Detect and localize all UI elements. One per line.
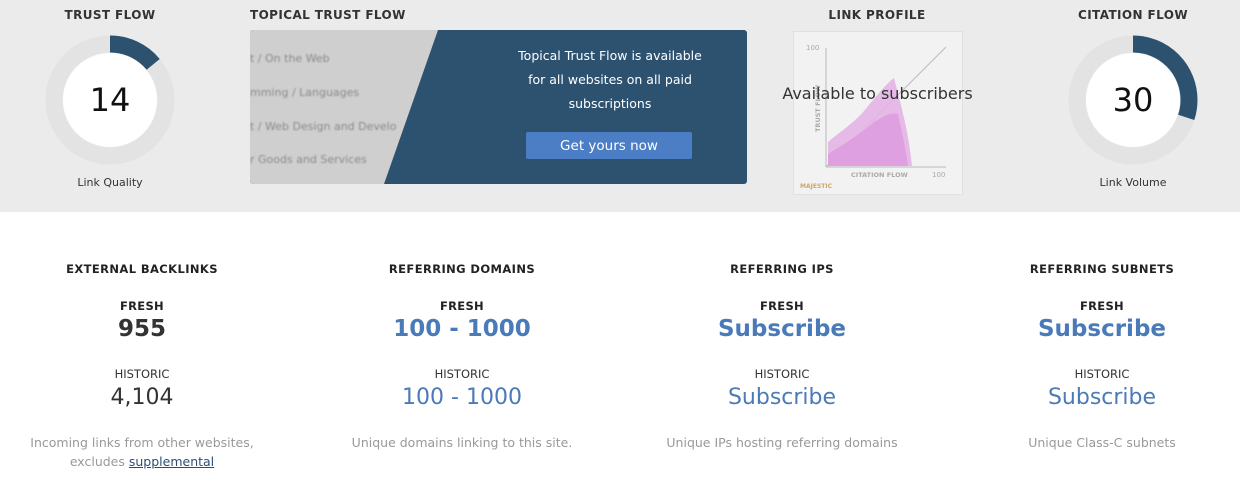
historic-label: HISTORIC (754, 367, 810, 381)
fresh-label: FRESH (440, 299, 484, 313)
message-line: for all websites on all paid (528, 72, 692, 87)
historic-subscribe-link[interactable]: Subscribe (952, 385, 1240, 410)
stat-description: Incoming links from other websites, excl… (0, 433, 292, 471)
get-yours-now-button[interactable]: Get yours now (526, 132, 692, 159)
citation-flow-value: 30 (1112, 81, 1154, 119)
fresh-label: FRESH (1080, 299, 1124, 313)
blurred-topic: r Goods and Services (250, 153, 367, 166)
link-profile-title: LINK PROFILE (828, 8, 926, 22)
blurred-topic: t / On the Web (250, 52, 330, 65)
fresh-label: FRESH (120, 299, 164, 313)
blurred-topics-preview: t / On the Web mming / Languages t / Web… (250, 30, 438, 184)
stat-description: Unique IPs hosting referring domains (666, 435, 898, 450)
trust-flow-value: 14 (89, 81, 131, 119)
citation-flow-gauge: 30 (1068, 35, 1198, 165)
supplemental-link[interactable]: supplemental (129, 454, 214, 469)
majestic-logo: MAJESTIC (800, 183, 833, 190)
x-tick-label: 100 (932, 171, 945, 179)
subscription-message: Topical Trust Flow is available for all … (500, 44, 720, 116)
historic-value: 4,104 (110, 385, 174, 410)
stat-title: REFERRING DOMAINS (388, 262, 536, 276)
description-line: Incoming links from other websites, (30, 435, 254, 450)
trust-flow-title: TRUST FLOW (64, 8, 156, 22)
topical-trust-flow-title: TOPICAL TRUST FLOW (250, 8, 406, 22)
message-line: subscriptions (568, 96, 652, 111)
stat-description: Unique domains linking to this site. (351, 435, 573, 450)
blurred-topic: mming / Languages (250, 86, 360, 99)
historic-subscribe-link[interactable]: Subscribe (632, 385, 932, 410)
trust-flow-caption: Link Quality (77, 176, 143, 189)
fresh-value: 955 (117, 316, 166, 342)
link-profile-overlay-text: Available to subscribers (782, 84, 973, 103)
description-line: excludes supplemental (0, 452, 292, 471)
message-line: Topical Trust Flow is available (518, 48, 702, 63)
trust-flow-gauge: 14 (45, 35, 175, 165)
historic-value[interactable]: 100 - 1000 (312, 385, 612, 410)
blurred-topic: t / Web Design and Develo (250, 120, 397, 133)
historic-label: HISTORIC (434, 367, 490, 381)
stat-title: EXTERNAL BACKLINKS (66, 262, 218, 276)
fresh-subscribe-link[interactable]: Subscribe (952, 316, 1240, 342)
stat-description: Unique Class-C subnets (1028, 435, 1176, 450)
stat-title: REFERRING SUBNETS (1029, 262, 1175, 276)
historic-label: HISTORIC (114, 367, 170, 381)
stat-title: REFERRING IPS (730, 262, 834, 276)
fresh-label: FRESH (760, 299, 804, 313)
topical-trust-flow-card: t / On the Web mming / Languages t / Web… (250, 30, 747, 184)
citation-flow-title: CITATION FLOW (1077, 8, 1188, 22)
y-tick-label: 100 (806, 44, 819, 52)
description-prefix: excludes (69, 454, 129, 469)
citation-flow-caption: Link Volume (1099, 176, 1167, 189)
link-profile-preview: 100 100 CITATION FLOW TRUST FLOW MAJESTI… (793, 31, 963, 195)
fresh-subscribe-link[interactable]: Subscribe (632, 316, 932, 342)
historic-label: HISTORIC (1074, 367, 1130, 381)
x-axis-label: CITATION FLOW (851, 171, 908, 179)
fresh-value[interactable]: 100 - 1000 (312, 316, 612, 342)
